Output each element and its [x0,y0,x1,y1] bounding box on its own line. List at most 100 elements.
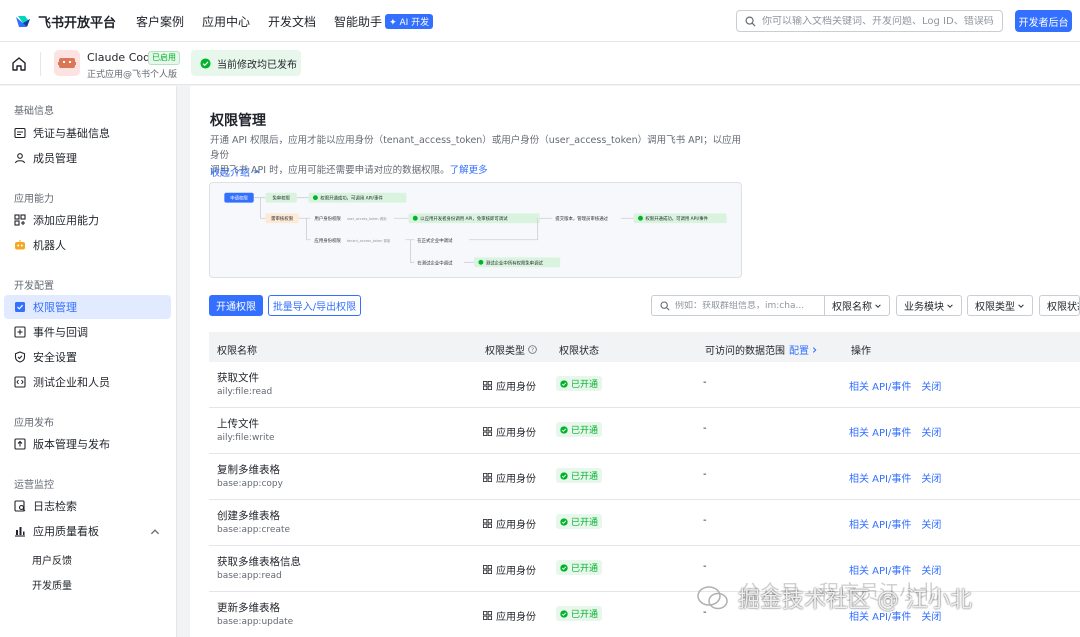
permission-type: 应用身份 [483,608,536,623]
sidebar-item-label: 添加应用能力 [33,214,99,227]
credentials-icon [14,127,26,139]
row-actions: 相关 API/事件 关闭 [849,424,941,439]
related-api-link[interactable]: 相关 API/事件 [849,516,911,531]
permission-filter-search[interactable] [651,295,824,316]
close-permission-link[interactable]: 关闭 [921,424,941,439]
sidebar-item-add-capability[interactable]: 添加应用能力 [4,208,171,232]
sidebar-item-permissions[interactable]: 权限管理 [4,295,171,319]
data-scope: - [703,515,707,526]
related-api-link[interactable]: 相关 API/事件 [849,470,911,485]
sidebar-section-capability: 应用能力 [14,194,54,205]
sidebar-item-logs[interactable]: 日志检索 [4,494,171,518]
chevron-down-icon [947,303,953,308]
publish-status: 当前修改均已发布 [191,50,301,76]
chevron-down-icon [875,303,881,308]
shield-icon [14,351,26,363]
close-permission-link[interactable]: 关闭 [921,516,941,531]
col-type: 权限类型 ? [485,342,537,357]
permission-type-label: 应用身份 [496,612,536,623]
nav-smart-assistant[interactable]: 智能助手 ✦ AI 开发 [334,13,434,30]
learn-more-link[interactable]: 了解更多 [450,165,488,176]
sidebar-subitem-dev-quality[interactable]: 开发质量 [32,577,72,592]
permission-type-label: 应用身份 [496,566,536,577]
status-badge: 已开通 [556,514,603,529]
sidebar-item-test-tenant[interactable]: 测试企业和人员 [4,370,171,394]
sidebar-item-credentials[interactable]: 凭证与基础信息 [4,121,171,145]
sidebar-item-security[interactable]: 安全设置 [4,345,171,369]
home-icon[interactable] [10,55,28,73]
related-api-link[interactable]: 相关 API/事件 [849,562,911,577]
col-scope-label: 可访问的数据范围 [705,346,785,357]
scope-config-link[interactable]: 配置 [789,342,818,357]
event-icon [14,326,26,338]
flow-label-test-debug: 在测试企业中调试 [417,259,453,266]
nav-dev-docs[interactable]: 开发文档 [268,13,316,30]
sidebar-item-label: 日志检索 [33,500,77,513]
permission-type: 应用身份 [483,424,536,439]
page-title: 权限管理 [210,113,266,129]
batch-import-export-button[interactable]: 批量导入/导出权限 [268,295,361,316]
developer-console-button[interactable]: 开发者后台 [1015,10,1072,32]
permission-filter-input[interactable] [675,300,824,311]
status-badge: 已开通 [556,606,603,621]
flow-label-free-result: 权限开通成功，可调用 API/事件 [320,195,383,202]
status-badge: 已开通 [556,560,603,575]
grid-plus-icon [14,214,26,226]
row-actions: 相关 API/事件 关闭 [849,516,941,531]
permission-type: 应用身份 [483,378,536,393]
nav-app-center[interactable]: 应用中心 [202,13,250,30]
open-permission-button[interactable]: 开通权限 [209,295,263,316]
collapse-intro-toggle[interactable]: 收起介绍 [210,164,261,179]
app-grid-icon [483,565,492,574]
sidebar-item-events[interactable]: 事件与回调 [4,320,171,344]
doc-search-input[interactable] [762,15,1002,27]
sidebar-item-versions[interactable]: 版本管理与发布 [4,432,171,456]
sidebar-subitem-feedback[interactable]: 用户反馈 [32,552,72,567]
check-circle-icon [560,517,568,526]
permission-code: base:app:read [217,571,282,581]
help-icon[interactable]: ? [528,345,537,354]
sidebar-item-label: 安全设置 [33,351,77,364]
sidebar-item-label: 机器人 [33,239,66,252]
permission-name: 复制多维表格 [217,464,280,476]
sidebar-item-quality[interactable]: 应用质量看板 [4,519,171,543]
flow-label-user-token: user_access_token 调用 [347,216,387,221]
sidebar-item-label: 应用质量看板 [33,525,99,538]
log-search-icon [14,500,26,512]
filter-permission-name-dropdown[interactable]: 权限名称 [824,295,890,316]
chevron-up-icon[interactable] [149,526,161,538]
related-api-link[interactable]: 相关 API/事件 [849,424,911,439]
nav-customer-cases[interactable]: 客户案例 [136,13,184,30]
app-status-tag: 已启用 [148,51,180,65]
filter-module-dropdown[interactable]: 业务模块 [896,295,962,316]
sidebar-item-members[interactable]: 成员管理 [4,146,171,170]
permission-type-label: 应用身份 [496,474,536,485]
watermark: 掘金技术社区 @ 江小北 [696,582,972,614]
top-bar: 飞书开放平台 客户案例 应用中心 开发文档 智能助手✦ AI 开发 开发者后台 [0,0,1080,42]
brand-logo[interactable]: 飞书开放平台 [14,12,116,31]
permission-type-label: 应用身份 [496,520,536,531]
permission-name: 更新多维表格 [217,602,280,614]
version-icon [14,438,26,450]
check-circle-icon [560,379,568,388]
flow-label-user-dev: 以应用开发者身份调用 API，免审核即可调试 [420,215,508,222]
close-permission-link[interactable]: 关闭 [921,470,941,485]
sidebar-item-label: 权限管理 [33,301,77,314]
page-description: 开通 API 权限后，应用才能以应用身份（tenant_access_token… [210,133,750,178]
nav-smart-assistant-label: 智能助手 [334,15,383,29]
close-permission-link[interactable]: 关闭 [921,378,941,393]
table-row: 上传文件 aily:file:write 应用身份 已开通 - 相关 API/事件 关闭 [209,408,1080,454]
main-content: 权限管理 开通 API 权限后，应用才能以应用身份（tenant_access_… [190,86,1080,637]
sidebar-item-bot[interactable]: 机器人 [4,233,171,257]
search-icon [660,300,670,311]
status-label: 已开通 [571,564,599,574]
check-circle-icon [560,563,568,572]
filter-type-dropdown[interactable]: 权限类型 [967,295,1033,316]
related-api-link[interactable]: 相关 API/事件 [849,378,911,393]
filter-status-dropdown[interactable]: 权限状态 [1039,295,1080,316]
permission-name: 创建多维表格 [217,510,280,522]
permission-icon [15,302,25,312]
doc-search-box[interactable] [736,10,1003,32]
close-permission-link[interactable]: 关闭 [921,562,941,577]
sidebar-item-label: 凭证与基础信息 [33,127,110,140]
